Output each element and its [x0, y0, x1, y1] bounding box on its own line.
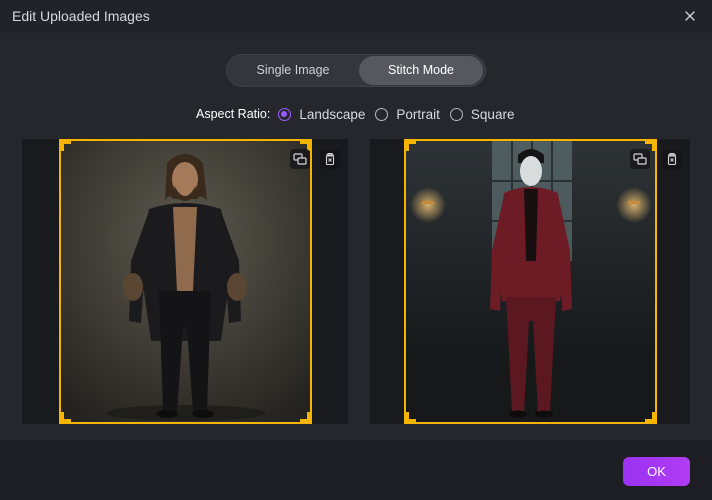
crop-handle-bottom-left[interactable] [406, 412, 416, 422]
stitch-mode-tab[interactable]: Stitch Mode [359, 56, 483, 85]
crop-handle-bottom-right[interactable] [645, 412, 655, 422]
image-panel-left [22, 139, 348, 424]
aspect-ratio-label: Aspect Ratio: [196, 107, 271, 121]
aspect-option-label: Landscape [299, 106, 366, 122]
radio-landscape[interactable] [278, 107, 292, 121]
crop-handle-top-left[interactable] [61, 141, 71, 151]
aspect-option-label: Square [470, 106, 515, 122]
crop-handle-top-left[interactable] [406, 141, 416, 151]
title-bar: Edit Uploaded Images [0, 0, 712, 33]
aspect-ratio-group: Aspect Ratio: Landscape Portrait Square [196, 104, 524, 124]
ok-button[interactable]: OK [623, 457, 690, 486]
aspect-option-label: Portrait [396, 106, 440, 122]
radio-portrait[interactable] [375, 107, 389, 121]
dialog-footer [0, 440, 712, 500]
single-image-tab[interactable]: Single Image [229, 56, 357, 85]
aspect-option-landscape[interactable]: Landscape [278, 107, 365, 122]
crop-frame[interactable] [404, 139, 657, 424]
aspect-option-square[interactable]: Square [449, 106, 515, 122]
replace-image-icon [633, 153, 647, 165]
radio-square[interactable] [449, 107, 463, 121]
delete-image-button[interactable] [320, 149, 340, 169]
uploaded-photo-2 [406, 141, 655, 422]
replace-image-button[interactable] [630, 149, 650, 169]
close-button[interactable] [682, 8, 698, 24]
uploaded-photo-1 [61, 141, 310, 422]
delete-icon [325, 153, 335, 166]
crop-frame[interactable] [59, 139, 312, 424]
crop-handle-bottom-left[interactable] [61, 412, 71, 422]
replace-image-icon [293, 153, 307, 165]
delete-image-button[interactable] [662, 149, 682, 169]
aspect-option-portrait[interactable]: Portrait [375, 107, 440, 122]
crop-handle-bottom-right[interactable] [300, 412, 310, 422]
delete-icon [667, 153, 677, 166]
image-panel-right [370, 139, 690, 424]
dialog-title: Edit Uploaded Images [12, 8, 150, 24]
close-icon [685, 11, 695, 21]
replace-image-button[interactable] [290, 149, 310, 169]
mode-switch: Single Image Stitch Mode [226, 54, 486, 87]
